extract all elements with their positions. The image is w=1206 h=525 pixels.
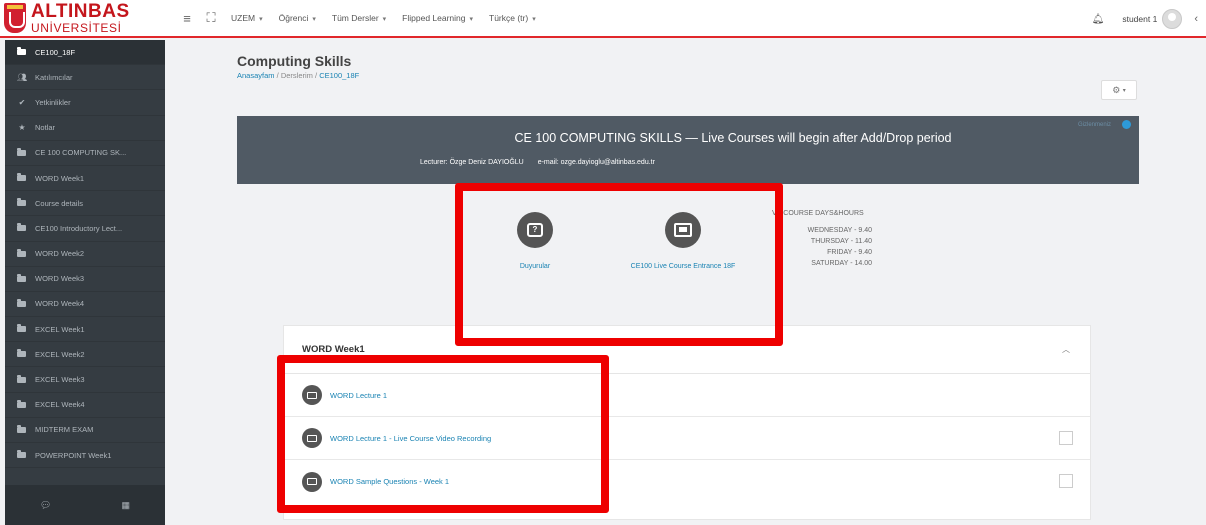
nav-item-ogrenci[interactable]: Öğrenci ▾: [279, 13, 316, 23]
folder-icon: [17, 147, 26, 156]
folder-icon: [17, 298, 26, 307]
sidebar-item-section[interactable]: Course details: [5, 191, 165, 217]
chevron-left-icon[interactable]: ‹: [1194, 13, 1198, 25]
breadcrumb: Anasayfam / Derslerim / CE100_18F: [237, 71, 360, 80]
folder-icon: [17, 173, 26, 182]
breadcrumb-course[interactable]: CE100_18F: [319, 71, 359, 80]
brand-name: ALTINBAS: [31, 1, 130, 22]
sidebar-item-grades[interactable]: ★ Notlar: [5, 116, 165, 141]
folder-icon: [17, 374, 26, 383]
user-name[interactable]: student 1: [1122, 14, 1157, 24]
folder-icon: [17, 47, 26, 56]
sidebar-item-section[interactable]: EXCEL Week4: [5, 393, 165, 418]
fullscreen-icon[interactable]: ⛶: [201, 8, 221, 28]
sidebar-item-section[interactable]: WORD Week2: [5, 242, 165, 267]
sidebar-item-section[interactable]: EXCEL Week2: [5, 342, 165, 368]
nav-item-uzem[interactable]: UZEM ▾: [231, 13, 263, 23]
chevron-up-icon[interactable]: ︿: [1062, 344, 1070, 355]
sidebar-item-competencies[interactable]: ✔ Yetkinlikler: [5, 90, 165, 116]
brand-subtitle: UNİVERSİTESİ: [31, 21, 122, 35]
schedule-day: FRIDAY - 9.40: [827, 249, 872, 256]
highlight-box: [277, 355, 609, 513]
folder-icon: [17, 324, 26, 333]
folder-icon: [17, 198, 26, 207]
gear-icon: ⚙: [1112, 84, 1121, 95]
section-title: WORD Week1: [302, 344, 365, 355]
sidebar-item-section[interactable]: CE100 Introductory Lect...: [5, 216, 165, 242]
course-banner: CE 100 COMPUTING SKILLS — Live Courses w…: [237, 116, 1139, 184]
star-icon: ★: [18, 123, 26, 133]
sidebar-item-section[interactable]: WORD Week3: [5, 267, 165, 292]
sidebar-item-section[interactable]: POWERPOINT Week1: [5, 443, 165, 469]
folder-icon: [17, 399, 26, 408]
check-icon: ✔: [18, 97, 26, 107]
banner-title: CE 100 COMPUTING SKILLS — Live Courses w…: [514, 131, 952, 145]
schedule-title: VE COURSE DAYS&HOURS: [772, 210, 864, 217]
nav-item-language[interactable]: Türkçe (tr) ▾: [489, 13, 536, 23]
sidebar-item-section[interactable]: WORD Week1: [5, 166, 165, 192]
folder-icon: [17, 273, 26, 282]
folder-icon: [17, 424, 26, 433]
page-title: Computing Skills: [237, 53, 352, 69]
caret-down-icon: ▾: [259, 16, 263, 23]
schedule-day: WEDNESDAY - 9.40: [807, 227, 872, 234]
caret-down-icon: ▾: [1122, 87, 1126, 94]
top-navbar: ALTINBAS UNİVERSİTESİ ≡ ⛶ UZEM ▾ Öğrenci ▾…: [0, 0, 1206, 38]
caret-down-icon: ▾: [469, 16, 474, 23]
brand-logo[interactable]: ALTINBAS UNİVERSİTESİ: [0, 0, 165, 37]
completion-checkbox[interactable]: [1059, 474, 1073, 488]
caret-down-icon: ▾: [382, 16, 387, 23]
sidebar-item-section[interactable]: EXCEL Week3: [5, 367, 165, 393]
schedule-day: SATURDAY - 14.00: [811, 260, 872, 267]
breadcrumb-home[interactable]: Anasayfam: [237, 71, 275, 80]
folder-icon: [17, 450, 26, 459]
help-icon[interactable]: [1122, 120, 1131, 129]
caret-down-icon: ▾: [312, 16, 316, 23]
nav-item-flipped-learning[interactable]: Flipped Learning ▾: [402, 13, 473, 23]
settings-gear-button[interactable]: ⚙ ▾: [1101, 80, 1137, 100]
breadcrumb-courses[interactable]: Derslerim: [281, 71, 313, 80]
schedule-day: THURSDAY - 11.40: [810, 238, 872, 245]
avatar[interactable]: [1162, 9, 1183, 29]
lecturer-name: Lecturer: Özge Deniz DAYIOĞLU: [420, 159, 524, 166]
sidebar-item-section[interactable]: CE 100 COMPUTING SK...: [5, 141, 165, 166]
sidebar: CE100_18F 👥︎ Katılımcılar ✔ Yetkinlikler ★…: [5, 40, 165, 525]
sidebar-item-section[interactable]: WORD Week4: [5, 292, 165, 318]
sidebar-item-section[interactable]: MIDTERM EXAM: [5, 418, 165, 443]
folder-icon: [17, 349, 26, 358]
nav-menu: UZEM ▾ Öğrenci ▾ Tüm Dersler ▾ Flipped Lear…: [231, 13, 552, 23]
completion-checkbox[interactable]: [1059, 431, 1073, 445]
hamburger-menu-icon[interactable]: ≡: [177, 8, 197, 28]
sidebar-footer: 💬︎ ▦: [5, 485, 165, 525]
lecturer-email: e-mail: ozge.dayioglu@altinbas.edu.tr: [537, 159, 655, 166]
sidebar-item-participants[interactable]: 👥︎ Katılımcılar: [5, 65, 165, 91]
shield-logo-icon: [4, 3, 26, 33]
course-schedule: VE COURSE DAYS&HOURS WEDNESDAY - 9.40 TH…: [772, 208, 872, 269]
notification-bell-icon[interactable]: 🔔︎: [1092, 14, 1105, 25]
banner-lecturer-info: Lecturer: Özge Deniz DAYIOĞLU e-mail: oz…: [420, 159, 655, 166]
caret-down-icon: ▾: [532, 16, 536, 23]
folder-icon: [17, 248, 26, 257]
calendar-icon[interactable]: ▦: [121, 500, 130, 511]
sidebar-item-section[interactable]: EXCEL Week1: [5, 317, 165, 343]
chat-icon[interactable]: 💬︎: [40, 500, 51, 511]
sidebar-item-course[interactable]: CE100_18F: [5, 40, 165, 66]
nav-item-tum-dersler[interactable]: Tüm Dersler ▾: [332, 13, 386, 23]
folder-icon: [17, 223, 26, 232]
highlight-box: [455, 183, 783, 346]
users-icon: 👥︎: [17, 72, 28, 82]
banner-corner-text: Gizlenmeniz: [1077, 122, 1111, 128]
